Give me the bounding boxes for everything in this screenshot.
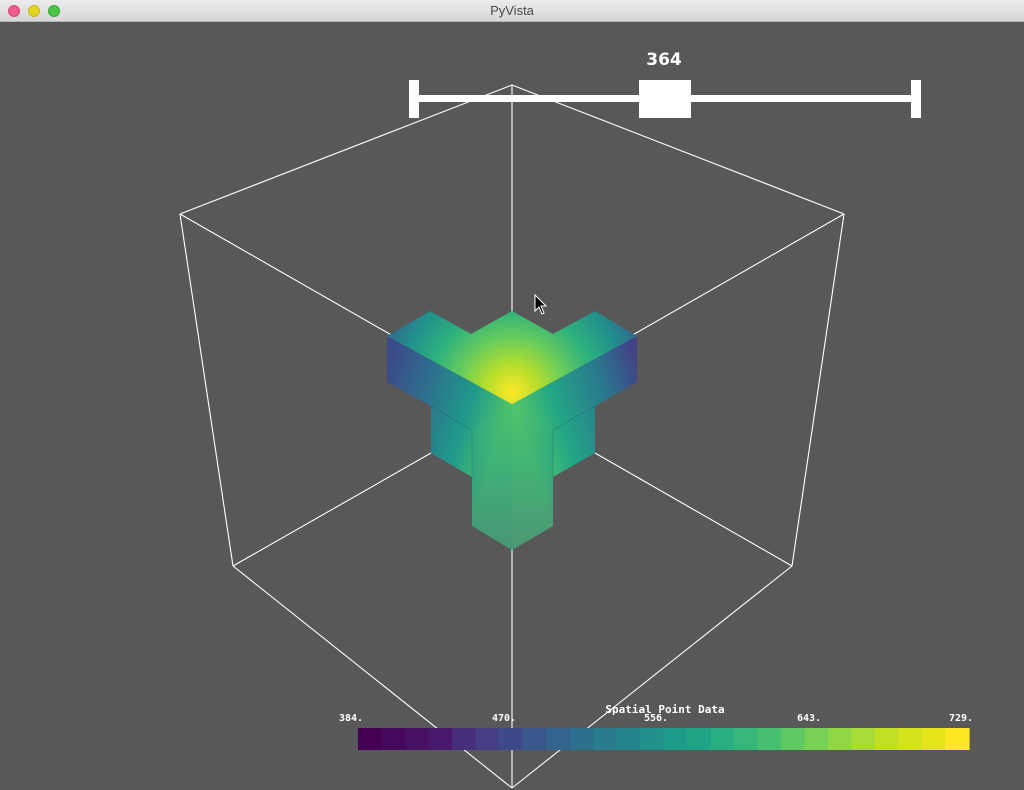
scalar-bar-color-band xyxy=(828,728,853,750)
scalar-bar-color-band xyxy=(757,728,782,750)
slider-left-end-cap xyxy=(409,80,419,118)
scalar-bar-color-band xyxy=(452,728,477,750)
app-window: PyVista 364 Spatial Point Data 384. 470.… xyxy=(0,0,1024,790)
scalar-bar-color-band xyxy=(475,728,500,750)
scalar-bar-color-band xyxy=(499,728,524,750)
scalar-bar-color-band xyxy=(663,728,688,750)
mouse-cursor-icon xyxy=(534,293,548,315)
scalar-bar-tick-label: 643. xyxy=(796,713,822,724)
scalar-bar-color-band xyxy=(640,728,665,750)
scalar-bar-color-band xyxy=(593,728,618,750)
scalar-bar-color-band xyxy=(546,728,571,750)
scalar-bar-color-band xyxy=(428,728,453,750)
scalar-bar-color-band xyxy=(922,728,947,750)
scalar-bar-color-band xyxy=(804,728,829,750)
scalar-bar-color-band xyxy=(358,728,383,750)
clipped-mesh xyxy=(387,311,637,550)
mesh-front-shade xyxy=(472,404,553,550)
scalar-bar-color-band xyxy=(687,728,712,750)
window-title: PyVista xyxy=(490,3,534,18)
slider-right-end-cap xyxy=(911,80,921,118)
title-bar[interactable]: PyVista xyxy=(0,0,1024,22)
scalar-bar-color-band xyxy=(734,728,759,750)
scalar-bar-tick-label: 470. xyxy=(491,713,517,724)
scalar-bar-color-band xyxy=(875,728,900,750)
scalar-bar-color-band xyxy=(569,728,594,750)
scalar-bar-tick-label: 729. xyxy=(948,713,974,724)
scalar-bar-color-band xyxy=(710,728,735,750)
scalar-bar-color-band xyxy=(616,728,641,750)
scalar-bar-color-band xyxy=(405,728,430,750)
render-viewport[interactable] xyxy=(0,22,1024,790)
scalar-bar-color-band xyxy=(898,728,923,750)
threshold-slider[interactable] xyxy=(409,80,921,118)
scalar-bar-tick-label: 556. xyxy=(643,713,669,724)
scalar-bar-tick-label: 384. xyxy=(338,713,364,724)
scalar-bar-color-band xyxy=(522,728,547,750)
scalar-bar-color-band xyxy=(781,728,806,750)
scalar-bar-color-band xyxy=(945,728,970,750)
scalar-bar-color-band xyxy=(381,728,406,750)
slider-handle[interactable] xyxy=(639,80,691,118)
scalar-bar xyxy=(358,728,970,750)
slider-value-label: 364 xyxy=(646,50,682,70)
scalar-bar-color-band xyxy=(851,728,876,750)
